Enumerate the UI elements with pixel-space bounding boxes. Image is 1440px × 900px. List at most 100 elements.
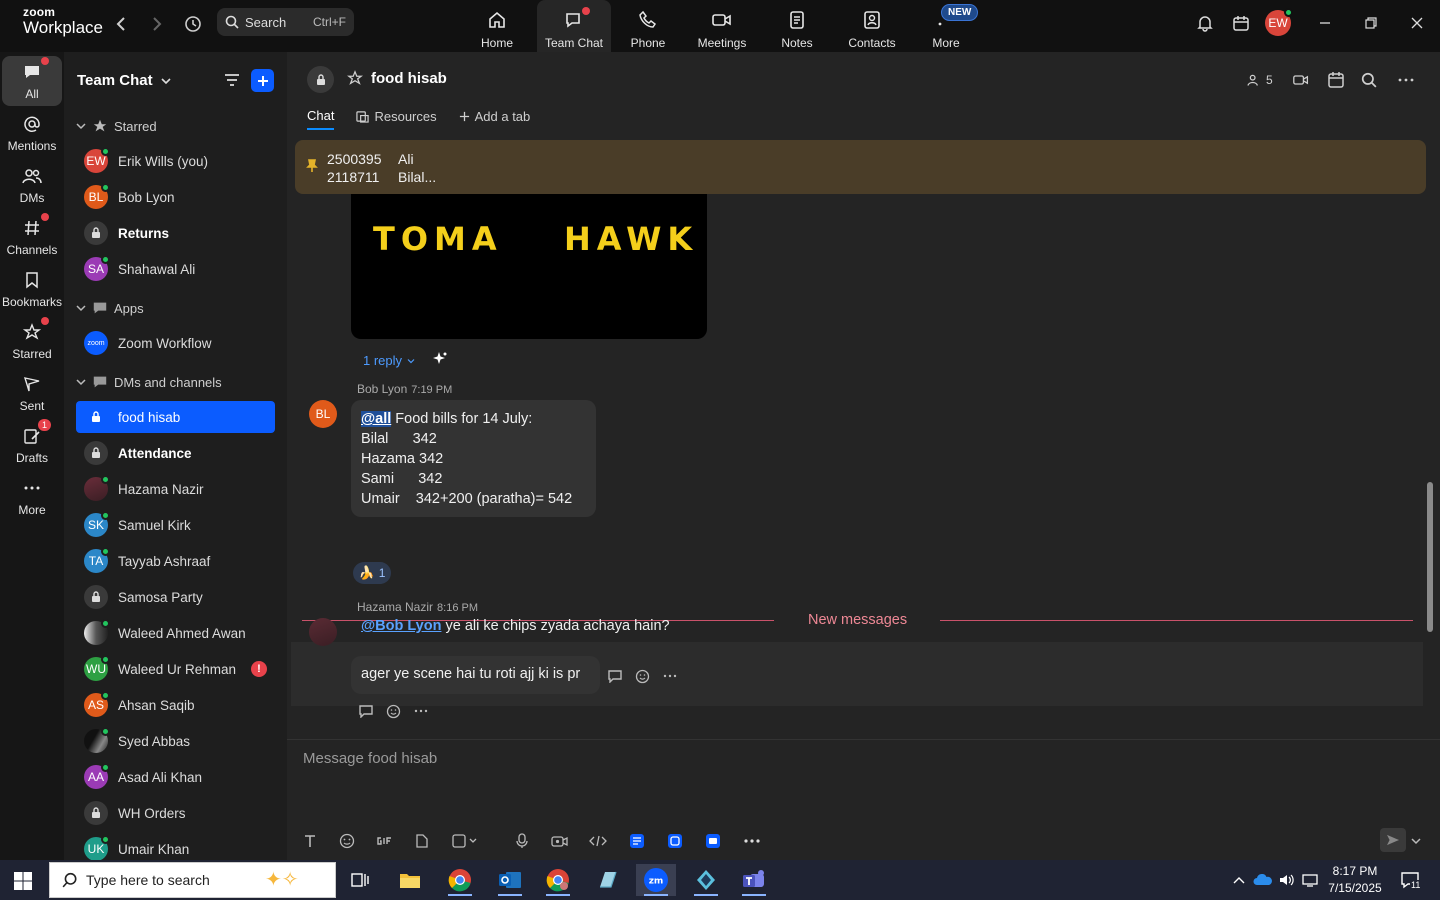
code-icon[interactable] — [589, 832, 607, 850]
edge-like-app-icon[interactable] — [686, 864, 726, 896]
app-icon-whiteboard[interactable] — [667, 832, 683, 850]
message-list[interactable]: TOMA HAWK 1 reply Bob Lyon 7:19 PM BL @al… — [287, 194, 1440, 739]
star-icon[interactable] — [347, 70, 365, 88]
sidebar-item-food-hisab[interactable]: food hisab — [76, 401, 275, 433]
sidebar-item-samosa-party[interactable]: Samosa Party — [76, 581, 275, 613]
history-icon[interactable] — [182, 13, 204, 35]
message-bubble[interactable]: ager ye scene hai tu roti ajj ki is pr — [351, 656, 600, 694]
sidebar-item-ahsan-saqib[interactable]: AS Ahsan Saqib — [76, 689, 275, 721]
notification-center-icon[interactable]: 11 — [1398, 870, 1422, 890]
more-tools-icon[interactable] — [743, 832, 761, 850]
reply-icon[interactable] — [607, 669, 623, 683]
network-icon[interactable] — [1301, 870, 1321, 890]
video-call-icon[interactable] — [1291, 70, 1311, 90]
close-icon[interactable] — [1406, 12, 1428, 34]
tab-add[interactable]: Add a tab — [459, 109, 530, 129]
sidebar-item-tayyab-ashraaf[interactable]: TA Tayyab Ashraaf — [76, 545, 275, 577]
sidebar-item-bob-lyon[interactable]: BL Bob Lyon — [76, 181, 275, 213]
file-icon[interactable] — [415, 832, 429, 850]
scrollbar[interactable] — [1427, 482, 1433, 632]
sidebar-title[interactable]: Team Chat — [77, 72, 171, 89]
filter-icon[interactable] — [222, 70, 242, 90]
screenshot-icon[interactable] — [451, 832, 477, 850]
topnav-team-chat[interactable]: Team Chat — [537, 0, 611, 52]
calendar-icon[interactable] — [1327, 70, 1345, 90]
thread-replies-link[interactable]: 1 reply — [363, 353, 415, 368]
text-format-icon[interactable] — [303, 832, 317, 850]
message-text[interactable]: @Bob Lyon ye ali ke chips zyada achaya h… — [361, 618, 670, 634]
file-explorer-icon[interactable] — [390, 864, 430, 896]
message-input[interactable]: Message food hisab — [303, 750, 437, 767]
windows-start-icon[interactable] — [13, 871, 33, 891]
more-options-icon[interactable] — [1397, 70, 1415, 90]
reply-icon[interactable] — [358, 704, 374, 718]
sidebar-item-waleed-ur-rehman[interactable]: WU Waleed Ur Rehman ! — [76, 653, 275, 685]
microphone-icon[interactable] — [515, 832, 529, 850]
sidebar-item-zoom-workflow[interactable]: zoom Zoom Workflow — [76, 327, 275, 359]
mention-bob-lyon[interactable]: @Bob Lyon — [361, 618, 441, 634]
rail-channels[interactable]: Channels — [2, 212, 62, 262]
members-button[interactable]: 5 — [1247, 70, 1273, 90]
topnav-meetings[interactable]: Meetings — [685, 0, 759, 52]
topnav-home[interactable]: Home — [460, 0, 534, 52]
rail-drafts[interactable]: 1 Drafts — [2, 419, 62, 470]
rail-mentions[interactable]: Mentions — [2, 108, 62, 158]
tab-resources[interactable]: Resources — [356, 109, 437, 129]
pinned-message-banner[interactable]: 2500395 2118711 Ali Bilal... — [295, 140, 1426, 194]
topnav-notes[interactable]: Notes — [760, 0, 834, 52]
bell-icon[interactable] — [1194, 12, 1216, 34]
sidebar-item-waleed-ahmed-awan[interactable]: Waleed Ahmed Awan — [76, 617, 275, 649]
topnav-phone[interactable]: Phone — [611, 0, 685, 52]
mention-all[interactable]: @all — [361, 411, 392, 427]
search-icon[interactable] — [1361, 70, 1377, 90]
sender-name[interactable]: Hazama Nazir — [357, 600, 433, 614]
sidebar-item-shahawal-ali[interactable]: SA Shahawal Ali — [76, 253, 275, 285]
rail-starred[interactable]: Starred — [2, 316, 62, 366]
rail-more[interactable]: More — [2, 472, 62, 522]
sidebar-item-returns[interactable]: Returns — [76, 217, 275, 249]
outlook-icon[interactable] — [490, 864, 530, 896]
new-chat-button[interactable] — [251, 69, 274, 92]
section-apps[interactable]: Apps — [76, 300, 144, 316]
ai-sparkle-icon[interactable] — [432, 351, 448, 367]
avatar[interactable] — [309, 618, 337, 646]
shared-image[interactable]: TOMA HAWK — [351, 194, 707, 339]
emoji-icon[interactable] — [339, 832, 355, 850]
rail-dms[interactable]: DMs — [2, 160, 62, 210]
channel-name[interactable]: food hisab — [371, 70, 447, 87]
emoji-add-icon[interactable] — [386, 703, 402, 719]
sidebar-item-erik-wills[interactable]: EW Erik Wills (you) — [76, 145, 275, 177]
send-button[interactable] — [1380, 828, 1406, 852]
app-icon-clips[interactable] — [705, 832, 721, 850]
reaction-chip[interactable]: 🍌 1 — [353, 562, 391, 584]
compose-box[interactable]: Message food hisab — [287, 739, 1440, 860]
forward-arrow-icon[interactable] — [146, 13, 168, 35]
section-starred[interactable]: Starred — [76, 118, 157, 134]
profile-avatar[interactable]: EW — [1265, 8, 1293, 36]
sidebar-item-attendance[interactable]: Attendance — [76, 437, 275, 469]
system-clock[interactable]: 8:17 PM 7/15/2025 — [1324, 863, 1386, 897]
avatar[interactable]: BL — [309, 400, 337, 428]
taskbar-search[interactable]: Type here to search ✦✧ — [49, 862, 336, 898]
chrome-profile-icon[interactable] — [538, 864, 578, 896]
sender-name[interactable]: Bob Lyon — [357, 382, 407, 396]
back-arrow-icon[interactable] — [110, 13, 132, 35]
zoom-taskbar-icon[interactable]: zm — [636, 864, 676, 896]
video-message-icon[interactable] — [551, 832, 569, 850]
send-options-chevron-icon[interactable] — [1411, 832, 1421, 850]
rail-bookmarks[interactable]: Bookmarks — [2, 264, 62, 314]
teams-icon[interactable] — [734, 864, 774, 896]
sidebar-item-syed-abbas[interactable]: Syed Abbas — [76, 725, 275, 757]
more-dots-icon[interactable] — [663, 674, 677, 678]
chrome-icon[interactable] — [440, 864, 480, 896]
chevron-up-icon[interactable] — [1229, 870, 1249, 890]
onedrive-cloud-icon[interactable] — [1253, 870, 1273, 890]
sidebar-item-hazama-nazir[interactable]: Hazama Nazir — [76, 473, 275, 505]
emoji-add-icon[interactable] — [635, 668, 651, 684]
search-bar[interactable]: Search Ctrl+F — [217, 8, 354, 36]
more-dots-icon[interactable] — [414, 709, 428, 713]
rail-sent[interactable]: Sent — [2, 368, 62, 418]
gif-icon[interactable] — [375, 832, 395, 850]
task-view-icon[interactable] — [340, 864, 380, 896]
rail-all[interactable]: All — [2, 56, 62, 106]
